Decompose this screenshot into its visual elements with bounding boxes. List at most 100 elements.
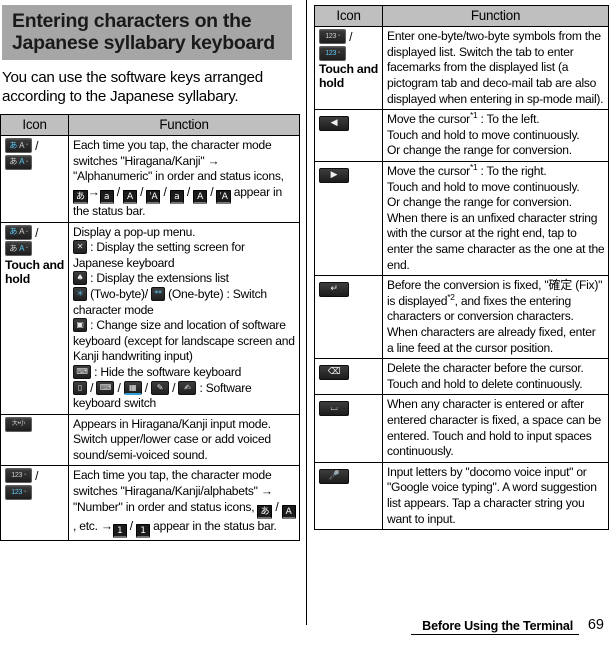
kana-alphanumeric-switch-key-hold-icon-alt: あ A • [5, 241, 32, 257]
mid-text: , etc. [73, 518, 98, 533]
status-icon-upper-caps-1byte: ˈA [146, 189, 161, 204]
kb-switch-qwerty-icon: ⌨ [96, 380, 115, 395]
popup-intro: Display a pop-up menu. [73, 224, 196, 239]
header-function: Function [382, 4, 609, 28]
row-text-1: Each time you tap, the character mode sw… [73, 138, 284, 184]
cell-icon: ⌴ [314, 394, 383, 463]
footnote-marker: *2 [447, 291, 455, 302]
cell-function: When any character is entered or after e… [382, 394, 609, 463]
row-text-2: appear in the status bar. [153, 518, 277, 533]
popup-item-5: : Hide the software keyboard [94, 364, 242, 379]
column-divider [306, 0, 307, 625]
icon-separator: / [35, 225, 39, 240]
kb-switch-10key-icon: ▯ [73, 380, 87, 395]
status-icon-number-1byte: 1 [112, 523, 127, 538]
cell-icon: ↵ [314, 275, 383, 360]
table-row: ▶ Move the cursor*1 : To the right. Touc… [314, 161, 609, 277]
arrow: → [87, 184, 100, 199]
enter-fix-key-icon: ↵ [319, 282, 349, 298]
backspace-delete-key-icon: ⌫ [319, 365, 349, 381]
right-key-table: Icon Function 123 • / 123 • Touch and hold [314, 4, 609, 531]
popup-item-3a: (Two-byte)/ [90, 286, 148, 301]
left-key-table: Icon Function あ A • / あ A • Each time yo… [0, 113, 300, 541]
status-icon-upper-2byte: A [193, 189, 208, 204]
cell-function: Move the cursor*1 : To the left. Touch a… [382, 109, 609, 163]
table-row: 123 • / 123 • Touch and hold Enter one-byt… [314, 26, 609, 111]
cell-icon: あ A • / あ A • Touch and hold [0, 221, 69, 415]
voice-input-mic-key-icon: 🎤 [319, 468, 349, 484]
footer-page-number: 69 [587, 617, 604, 633]
status-icon-number-2byte: 1 [136, 523, 151, 538]
footer-section-title: Before Using the Terminal [422, 619, 573, 633]
kana-alphanumeric-switch-key-hold-icon: あ A • [5, 224, 32, 240]
cell-icon: 🎤 [314, 461, 383, 531]
table-row: あ A • / あ A • Touch and hold Display a pop-u… [0, 221, 300, 415]
cell-icon: ◀ [314, 109, 383, 163]
table-row: ↵ Before the conversion is fixed, "確定 (F… [314, 275, 609, 360]
popup-item-1: : Display the setting screen for Japanes… [73, 240, 245, 270]
number-mode-switch-key-icon: 123 • [5, 468, 32, 484]
number-mode-switch-key-hold-icon-alt: 123 • [319, 45, 346, 61]
popup-item-2: : Display the extensions list [90, 271, 229, 286]
arrow: → [100, 518, 113, 533]
cell-icon: 123 • / 123 • [0, 465, 69, 541]
footnote-marker: *1 [469, 110, 478, 121]
status-icon-upper-1byte: A [122, 189, 137, 204]
hide-keyboard-icon: ⌨ [73, 364, 91, 379]
right-column: Icon Function 123 • / 123 • Touch and hold [314, 0, 609, 531]
table-header-row: Icon Function [0, 113, 300, 137]
page-footer: Before Using the Terminal 69 [0, 617, 609, 639]
kb-switch-handwriting-icon: ✎ [151, 380, 170, 395]
touch-and-hold-label: Touch and hold [319, 62, 379, 91]
row-text-1: Each time you tap, the character mode sw… [73, 468, 273, 514]
page-title: Entering characters on the Japanese syll… [12, 10, 275, 55]
cursor-left-key-icon: ◀ [319, 116, 349, 132]
cell-icon: あ A • / あ A • [0, 135, 69, 223]
table-row: 大•小 Appears in Hiragana/Kanji input mode… [0, 413, 300, 467]
case-voiced-sound-key-icon: 大•小 [5, 416, 32, 432]
kana-alphanumeric-switch-key-icon: あ A • [5, 138, 32, 154]
icon-separator: / [349, 30, 353, 45]
table-row: あ A • / あ A • Each time you tap, the charact… [0, 135, 300, 223]
status-icon-lower-2byte: a [169, 189, 184, 204]
status-icon-lower-1byte: a [99, 189, 114, 204]
cell-function: Display a pop-up menu. ✕ : Display the s… [68, 221, 300, 415]
table-row: ⌴ When any character is entered or after… [314, 394, 609, 463]
one-byte-icon: ** [150, 286, 165, 301]
cell-function: Each time you tap, the character mode sw… [68, 135, 300, 223]
cell-function: Enter one-byte/two-byte symbols from the… [382, 26, 609, 111]
cell-icon: 大•小 [0, 413, 69, 467]
kana-alphanumeric-switch-key-icon-alt: あ A • [5, 154, 32, 170]
status-icon-alphabet: A [281, 504, 296, 519]
space-key-icon: ⌴ [319, 401, 349, 417]
icon-separator: / [35, 469, 39, 484]
status-icon-hiragana: あ [73, 189, 88, 204]
popup-item-4: : Change size and location of software k… [73, 318, 295, 364]
cell-function: Delete the character before the cursor. … [382, 358, 609, 396]
extensions-icon: ♠ [73, 271, 87, 286]
header-icon: Icon [314, 4, 383, 28]
table-row: 123 • / 123 • Each time you tap, the chara… [0, 465, 300, 541]
cursor-right-key-icon: ▶ [319, 168, 349, 184]
header-icon: Icon [0, 113, 69, 137]
footer-rule [411, 634, 579, 635]
page-title-banner: Entering characters on the Japanese syll… [2, 5, 292, 61]
cell-icon: ▶ [314, 161, 383, 277]
settings-wrench-icon: ✕ [73, 240, 87, 255]
two-byte-icon: ＊＊ [73, 286, 87, 301]
table-row: ⌫ Delete the character before the cursor… [314, 358, 609, 396]
kb-switch-handwriting2-icon: ✍ [178, 380, 197, 395]
intro-paragraph: You can use the software keys arranged a… [2, 69, 263, 105]
cell-icon: 123 • / 123 • Touch and hold [314, 26, 383, 111]
cell-function: Before the conversion is fixed, "確定 (Fix… [382, 275, 609, 360]
footnote-marker: *1 [469, 162, 478, 172]
status-icon-upper-caps-2byte: ˈA [216, 189, 231, 204]
cell-function: Appears in Hiragana/Kanji input mode. Sw… [68, 413, 300, 467]
manual-page: Entering characters on the Japanese syll… [0, 0, 609, 645]
touch-and-hold-label: Touch and hold [5, 257, 65, 286]
cell-icon: ⌫ [314, 358, 383, 396]
table-row: ◀ Move the cursor*1 : To the left. Touch… [314, 109, 609, 163]
table-header-row: Icon Function [314, 4, 609, 28]
keyboard-size-location-icon: ▣ [73, 318, 87, 333]
cell-function: Each time you tap, the character mode sw… [68, 465, 300, 541]
